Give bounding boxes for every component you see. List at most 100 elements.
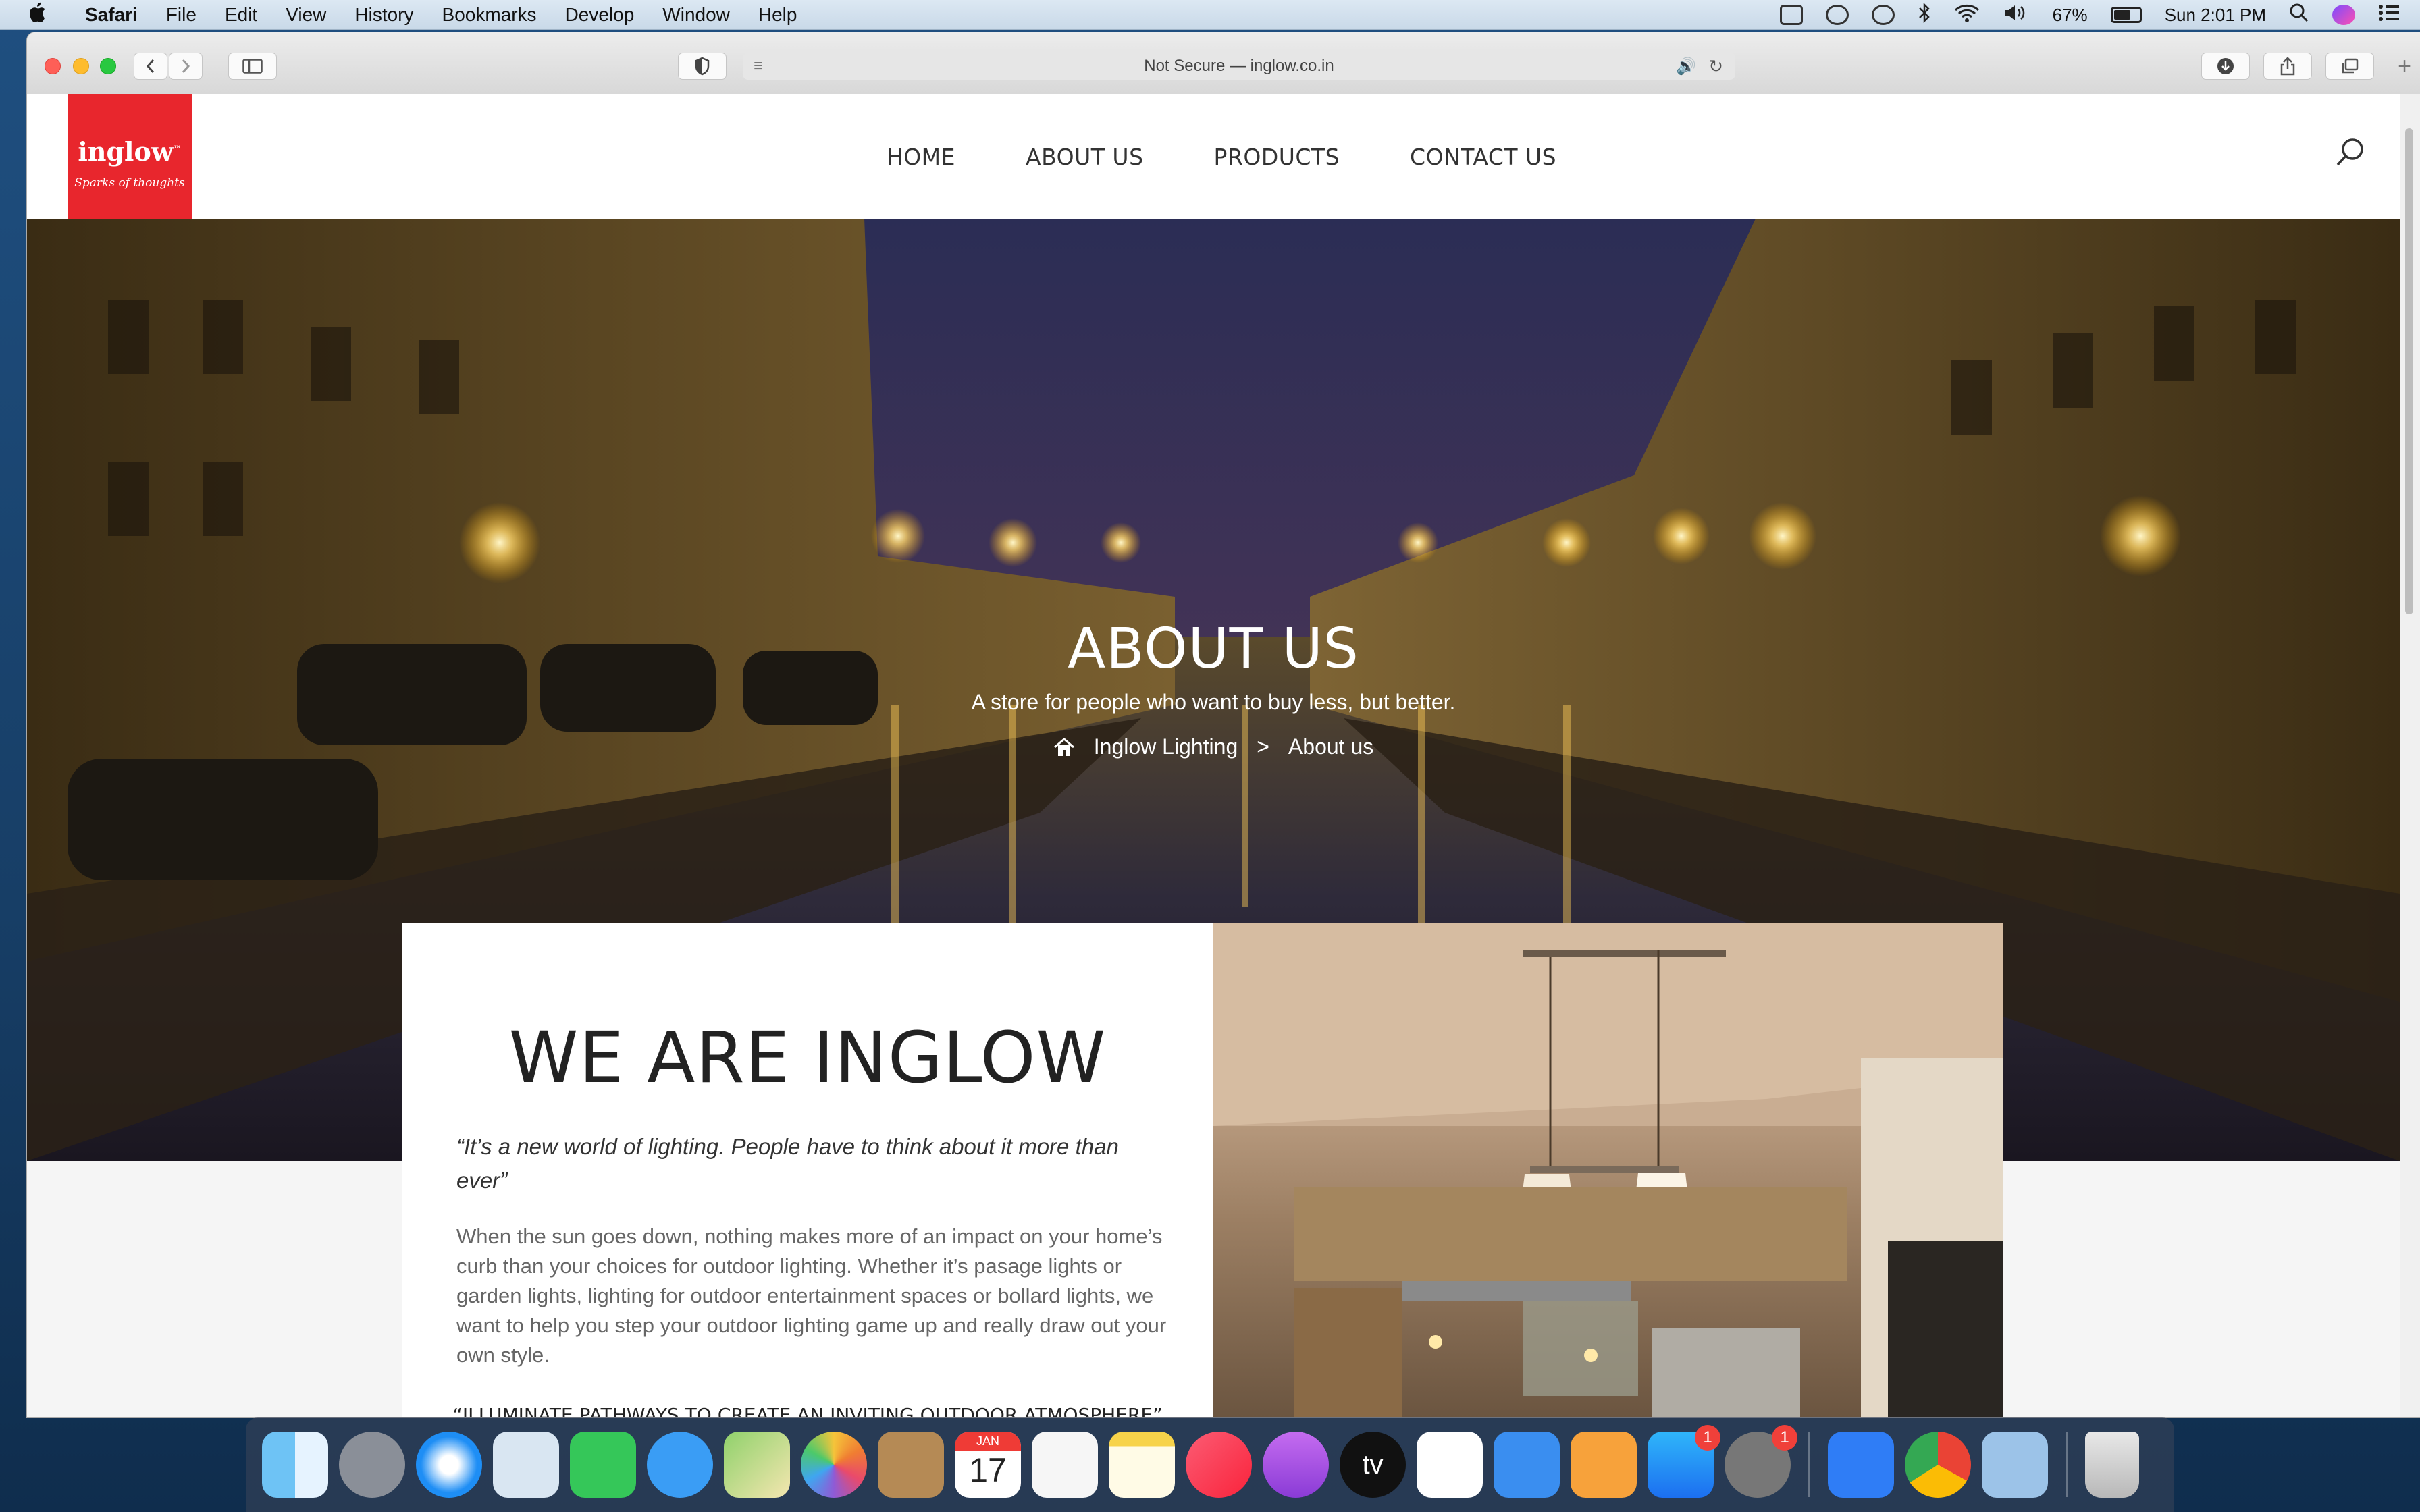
tab-overview-button[interactable] <box>2325 53 2374 80</box>
nav-contact-us[interactable]: CONTACT US <box>1410 144 1556 170</box>
spotlight-icon[interactable] <box>2289 3 2309 28</box>
about-body: When the sun goes down, nothing makes mo… <box>456 1224 1167 1367</box>
tabs-icon <box>2342 58 2359 74</box>
nav-products[interactable]: PRODUCTS <box>1214 144 1340 170</box>
about-quote: “It’s a new world of lighting. People ha… <box>456 1134 1119 1193</box>
tv-icon[interactable]: tv <box>1340 1432 1406 1498</box>
privacy-report-button[interactable] <box>678 53 727 80</box>
shield-icon <box>695 57 710 76</box>
chrome-icon[interactable] <box>1905 1432 1971 1498</box>
trash-icon[interactable] <box>2085 1432 2139 1498</box>
notes-icon[interactable] <box>1109 1432 1175 1498</box>
pages-icon[interactable] <box>1571 1432 1637 1498</box>
vpn-icon[interactable] <box>1825 5 1849 25</box>
finder-icon[interactable] <box>262 1432 328 1498</box>
about-text-card: WE ARE INGLOW “It’s a new world of light… <box>402 923 1213 1418</box>
app-store-icon[interactable]: 1 <box>1648 1425 1720 1498</box>
clock[interactable]: Sun 2:01 PM <box>2165 5 2266 26</box>
browser-toolbar: ≡ Not Secure — inglow.co.in 🔊 ↻ + <box>27 32 2420 94</box>
chevron-left-icon <box>146 59 155 73</box>
search-icon[interactable] <box>2335 136 2366 167</box>
notification-center-icon[interactable] <box>2378 3 2400 27</box>
breadcrumb-home-link[interactable]: Inglow Lighting <box>1094 734 1238 759</box>
new-tab-button[interactable]: + <box>2389 53 2420 80</box>
music-icon[interactable] <box>1186 1432 1252 1498</box>
home-icon[interactable] <box>1053 737 1075 757</box>
reload-icon[interactable]: ↻ <box>1708 56 1723 77</box>
numbers-icon[interactable] <box>1417 1432 1483 1498</box>
tv-label: tv <box>1362 1449 1384 1480</box>
battery-icon[interactable] <box>2110 7 2142 23</box>
minimize-window-button[interactable] <box>73 58 89 74</box>
menu-bookmarks[interactable]: Bookmarks <box>442 4 537 26</box>
menu-window[interactable]: Window <box>662 4 730 26</box>
display-icon[interactable] <box>1779 5 1803 25</box>
battery-percent: 67% <box>2052 4 2088 25</box>
menu-app-name[interactable]: Safari <box>85 4 138 26</box>
menu-file[interactable]: File <box>166 4 196 26</box>
menu-develop[interactable]: Develop <box>565 4 635 26</box>
facetime-icon[interactable] <box>570 1432 636 1498</box>
battery-fill <box>2113 10 2130 20</box>
chevron-right-icon <box>182 59 190 73</box>
preview-icon[interactable] <box>1982 1432 2048 1498</box>
breadcrumb-current: About us <box>1288 734 1374 759</box>
calendar-month: JAN <box>955 1432 1021 1451</box>
about-slogan: “ILLUMINATE PATHWAYS TO CREATE AN INVITI… <box>452 1404 1163 1418</box>
safari-window: ≡ Not Secure — inglow.co.in 🔊 ↻ + inglow… <box>27 32 2420 1418</box>
messages-icon[interactable] <box>647 1432 713 1498</box>
scrollbar-thumb[interactable] <box>2405 128 2413 614</box>
sidebar-icon <box>242 59 263 74</box>
dock-separator <box>1808 1432 1810 1497</box>
menu-history[interactable]: History <box>354 4 413 26</box>
forward-button[interactable] <box>169 53 203 80</box>
siri-icon[interactable] <box>2332 5 2355 25</box>
menu-view[interactable]: View <box>286 4 326 26</box>
maps-icon[interactable] <box>724 1432 790 1498</box>
breadcrumb-separator: > <box>1257 734 1269 759</box>
nav-about-us[interactable]: ABOUT US <box>1026 144 1144 170</box>
share-icon <box>2280 57 2295 76</box>
about-heading: WE ARE INGLOW <box>508 1017 1107 1099</box>
dock-separator <box>2066 1432 2068 1497</box>
audio-playing-icon[interactable]: 🔊 <box>1676 57 1696 76</box>
reader-view-icon[interactable]: ≡ <box>754 57 763 76</box>
menu-help[interactable]: Help <box>758 4 797 26</box>
address-bar[interactable]: ≡ Not Secure — inglow.co.in 🔊 ↻ <box>743 53 1735 80</box>
calendar-icon[interactable]: JAN 17 <box>955 1432 1021 1498</box>
menu-bar: Safari File Edit View History Bookmarks … <box>0 0 2420 30</box>
launchpad-icon[interactable] <box>339 1432 405 1498</box>
app-store-badge: 1 <box>1695 1425 1720 1451</box>
nav-home[interactable]: HOME <box>887 144 955 170</box>
timemachine-icon[interactable] <box>1871 5 1895 25</box>
downloads-button[interactable] <box>2201 53 2250 80</box>
contacts-icon[interactable] <box>878 1432 944 1498</box>
address-text[interactable]: Not Secure — inglow.co.in <box>1144 57 1334 76</box>
apple-menu-icon[interactable] <box>27 1 51 28</box>
hero-title: ABOUT US <box>1068 617 1359 681</box>
xcode-icon[interactable] <box>1828 1432 1894 1498</box>
photos-icon[interactable] <box>801 1432 867 1498</box>
close-window-button[interactable] <box>45 58 61 74</box>
safari-icon[interactable] <box>416 1432 482 1498</box>
system-preferences-icon[interactable]: 1 <box>1725 1425 1797 1498</box>
menu-edit[interactable]: Edit <box>225 4 257 26</box>
hero-subtitle: A store for people who want to buy less,… <box>971 690 1456 714</box>
kitchen-pendant-photo <box>1213 923 2003 1418</box>
volume-icon[interactable] <box>2003 3 2030 27</box>
reminders-icon[interactable] <box>1032 1432 1098 1498</box>
main-nav: HOME ABOUT US PRODUCTS CONTACT US <box>27 94 2400 219</box>
keynote-icon[interactable] <box>1494 1432 1560 1498</box>
system-preferences-badge: 1 <box>1772 1425 1797 1451</box>
bluetooth-icon[interactable] <box>1918 2 1931 28</box>
share-button[interactable] <box>2263 53 2312 80</box>
mail-icon[interactable] <box>493 1432 559 1498</box>
download-icon <box>2217 58 2234 74</box>
page-scrollbar[interactable] <box>2400 94 2420 1418</box>
podcasts-icon[interactable] <box>1263 1432 1329 1498</box>
wifi-icon[interactable] <box>1954 3 1980 27</box>
zoom-window-button[interactable] <box>100 58 116 74</box>
sidebar-toggle-button[interactable] <box>228 53 277 80</box>
site-header: inglow™ Sparks of thoughts HOME ABOUT US… <box>27 94 2400 219</box>
back-button[interactable] <box>134 53 167 80</box>
